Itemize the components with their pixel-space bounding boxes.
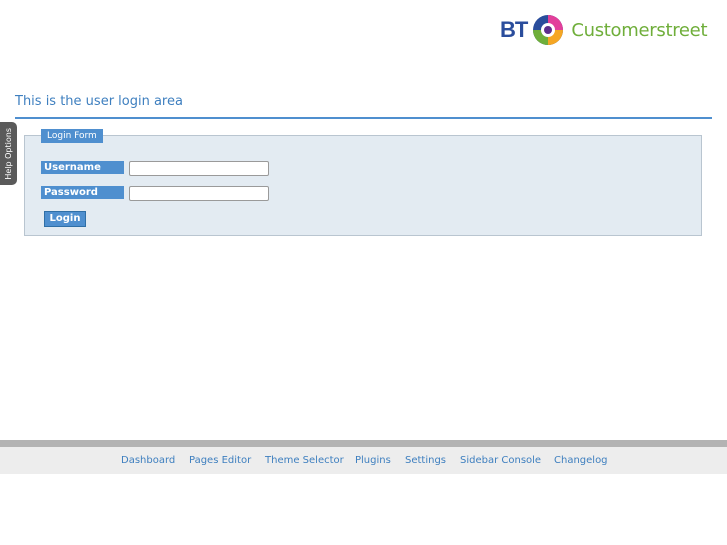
footer-link-plugins[interactable]: Plugins xyxy=(355,455,391,466)
password-input[interactable] xyxy=(129,186,269,201)
bt-customerstreet-logo: BT Customerstreet xyxy=(500,10,708,50)
footer-link-sidebar-console[interactable]: Sidebar Console xyxy=(460,455,541,466)
help-options-tab[interactable]: Help Options xyxy=(0,122,17,185)
username-input[interactable] xyxy=(129,161,269,176)
help-options-label: Help Options xyxy=(4,127,13,180)
title-divider xyxy=(15,117,712,119)
bt-logo-text: BT xyxy=(500,17,528,42)
username-label: Username xyxy=(41,161,124,174)
footer-link-dashboard[interactable]: Dashboard xyxy=(121,455,175,466)
footer-nav: Dashboard Pages Editor Theme Selector Pl… xyxy=(0,447,727,474)
footer-link-theme-selector[interactable]: Theme Selector xyxy=(265,455,344,466)
page-title: This is the user login area xyxy=(15,94,183,109)
login-button[interactable]: Login xyxy=(44,211,86,227)
login-form-panel xyxy=(24,135,702,236)
customerstreet-logo-text: Customerstreet xyxy=(571,19,708,41)
footer-divider xyxy=(0,440,727,447)
bt-globe-icon xyxy=(533,15,564,45)
footer-link-pages-editor[interactable]: Pages Editor xyxy=(189,455,251,466)
footer-link-settings[interactable]: Settings xyxy=(405,455,446,466)
login-form-legend: Login Form xyxy=(41,129,103,143)
footer-link-changelog[interactable]: Changelog xyxy=(554,455,608,466)
password-label: Password xyxy=(41,186,124,199)
